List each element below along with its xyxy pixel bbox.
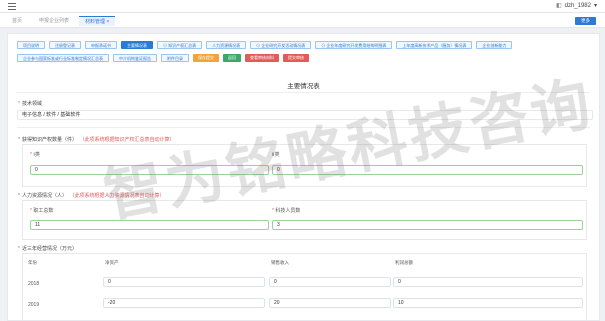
innovation-ability-button[interactable]: 企业创新能力: [476, 41, 513, 49]
hr-note: （此项系统根据人力资源情况表自动计算）: [71, 193, 165, 199]
staff-total-label: * 职工总数: [30, 208, 54, 214]
ip-label: 获得知识产权数量（件）: [21, 137, 77, 143]
more-button[interactable]: 更多: [575, 17, 596, 25]
tech-field-label: * 技术领域: [18, 100, 42, 107]
rd-cost-button[interactable]: ⊙ 企业年度研究开发费用结构明细表: [315, 41, 393, 49]
ip-class1-label-text: Ⅰ类: [33, 152, 40, 158]
hr-label: 人力资源情况（人）: [21, 193, 67, 199]
table-row-year: 2018: [28, 281, 40, 287]
attachment-list-button[interactable]: 附件目录: [161, 54, 189, 62]
divider: [17, 92, 590, 93]
sales-2019-input[interactable]: 20: [269, 298, 391, 308]
main-card: 项目说明 注册登记表 申报承诺书 主要情况表 ⊙ 知识产权汇总表 人力资源情况表…: [7, 33, 600, 321]
required-mark: *: [18, 137, 20, 143]
main-situation-button[interactable]: 主要情况表: [121, 41, 153, 49]
table-row-year: 2019: [28, 302, 40, 308]
toolbar-row-1: 项目说明 注册登记表 申报承诺书 主要情况表 ⊙ 知识产权汇总表 人力资源情况表…: [17, 41, 513, 49]
save-submit-button[interactable]: 保存提交: [193, 54, 219, 62]
close-icon[interactable]: ×: [106, 19, 109, 25]
ip-section-label: * 获得知识产权数量（件） （此项系统根据知识产权汇总表自动计算）: [18, 136, 174, 143]
toolbar-row-2: 企业参与国家标准或行业标准制定情况汇总表 中介机构鉴证报告 附件目录 保存提交 …: [17, 54, 309, 62]
hitech-products-button[interactable]: 上年度高新技术产品（服务）情况表: [396, 41, 473, 49]
table-header-sales: 销售收入: [271, 260, 289, 265]
rd-activity-label: 企业研究开发活动情况表: [261, 43, 306, 48]
ip-note: （此项系统根据知识产权汇总表自动计算）: [81, 137, 175, 143]
project-description-button[interactable]: 项目说明: [17, 41, 45, 49]
standards-summary-button[interactable]: 企业参与国家标准或行业标准制定情况汇总表: [17, 54, 109, 62]
net-assets-2019-input[interactable]: -20: [103, 298, 265, 308]
table-header-year: 年份: [28, 260, 37, 265]
ip-class1-label: * Ⅰ类: [30, 152, 40, 158]
divider: [17, 127, 590, 128]
hr-section-label: * 人力资源情况（人） （此项系统根据人力资源情况表自动计算）: [18, 192, 164, 199]
hr-situation-button[interactable]: 人力资源情况表: [206, 41, 247, 49]
user-name[interactable]: dzh_1982: [565, 3, 591, 9]
rd-activity-button[interactable]: ⊙ 企业研究开发活动情况表: [250, 41, 312, 49]
ip-class1-input[interactable]: 0: [30, 165, 269, 175]
ip-class2-label: Ⅱ类: [272, 152, 280, 158]
registration-form-button[interactable]: 注册登记表: [49, 41, 81, 49]
tab-company-list[interactable]: 申报企业列表: [33, 16, 75, 26]
ip-summary-button[interactable]: ⊙ 知识产权汇总表: [157, 41, 203, 49]
table-header-profit: 利润总额: [395, 260, 413, 265]
tab-home[interactable]: 首页: [6, 16, 28, 26]
tech-field-select[interactable]: 电子信息 / 软件 / 基础软件: [17, 110, 593, 120]
required-mark: *: [18, 246, 20, 252]
tab-material-management[interactable]: 材料管理 ×: [79, 16, 116, 26]
tab-bar: 首页 申报企业列表 材料管理 × 更多: [0, 13, 605, 28]
tech-field-label-text: 技术领域: [21, 101, 42, 107]
chevron-down-icon[interactable]: ▾: [594, 2, 597, 9]
page-title: 主要情况表: [287, 83, 320, 90]
profit-2018-input[interactable]: 0: [393, 277, 583, 287]
ip-summary-label: 知识产权汇总表: [168, 43, 197, 48]
profit-2019-input[interactable]: 10: [393, 298, 583, 308]
audit-report-button[interactable]: 中介机构鉴证报告: [113, 54, 157, 62]
finance-section-label: * 近三年经营情况（万元）: [18, 245, 77, 252]
net-assets-2018-input[interactable]: 0: [103, 277, 265, 287]
required-mark: *: [18, 193, 20, 199]
staff-total-input[interactable]: 11: [30, 220, 269, 230]
tech-staff-label: * 科技人员数: [272, 208, 301, 214]
ip-class2-input[interactable]: 0: [272, 165, 583, 175]
table-header-net-assets: 净资产: [105, 260, 119, 265]
tech-staff-label-text: 科技人员数: [275, 208, 301, 214]
sales-2018-input[interactable]: 0: [269, 277, 391, 287]
commitment-letter-button[interactable]: 申报承诺书: [85, 41, 117, 49]
menu-icon[interactable]: [8, 3, 16, 10]
rd-cost-label: 企业年度研究开发费用结构明细表: [326, 43, 387, 48]
tech-staff-input[interactable]: 3: [272, 220, 583, 230]
required-mark: *: [18, 101, 20, 107]
user-menu[interactable]: ◧ dzh_1982 ▾: [556, 2, 597, 10]
tab-label: 材料管理: [85, 19, 106, 25]
notification-icon[interactable]: ◧: [556, 2, 562, 9]
staff-total-label-text: 职工总数: [33, 208, 54, 214]
back-button[interactable]: 返回: [223, 54, 241, 62]
finance-label: 近三年经营情况（万元）: [21, 246, 77, 252]
view-review-materials-button[interactable]: 查看审核材料: [245, 54, 279, 62]
submit-review-button[interactable]: 提交审核: [283, 54, 309, 62]
top-bar: ◧ dzh_1982 ▾: [0, 0, 605, 13]
